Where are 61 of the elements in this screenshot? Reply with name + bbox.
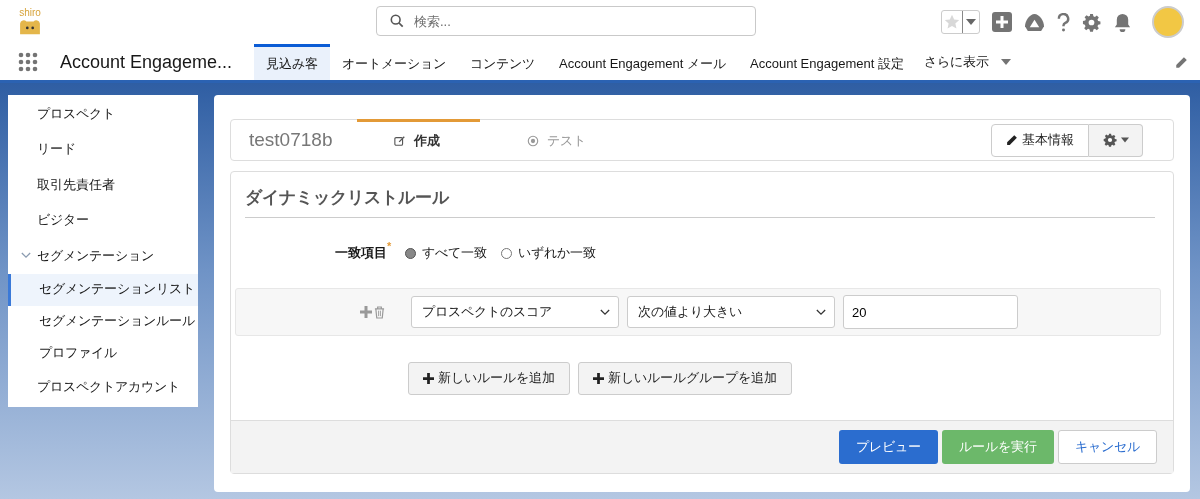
nav-tab[interactable]: Account Engagement メール (547, 44, 739, 80)
record-name: test0718b (248, 128, 334, 152)
caret-icon (966, 19, 976, 25)
sidebar-item[interactable]: 取引先責任者 (8, 167, 198, 203)
app-name: Account Engageme... (60, 50, 233, 74)
footer-button[interactable]: キャンセル (1058, 430, 1157, 464)
logo-text: shiro (19, 8, 41, 18)
star-icon (944, 14, 960, 30)
nav-tab[interactable]: 見込み客 (254, 44, 331, 80)
favorites-button[interactable] (941, 10, 980, 34)
radio-button[interactable] (405, 247, 417, 259)
trash-icon[interactable] (374, 305, 385, 319)
nav-tab[interactable]: Account Engagement 設定 (738, 44, 916, 80)
settings-icon[interactable] (1082, 12, 1101, 32)
gear-icon (1102, 133, 1117, 147)
sidebar-item[interactable]: ビジター (8, 202, 198, 238)
search-icon (390, 14, 404, 28)
plus-icon (423, 372, 434, 384)
pencil-icon (1006, 134, 1018, 146)
more-tab[interactable]: さらに表示 (915, 44, 1019, 80)
chevron-down-icon (816, 308, 826, 316)
match-label: 一致項目 (335, 244, 387, 262)
add-rule-button[interactable]: 新しいルールを追加 (408, 361, 570, 395)
radio-label[interactable]: いずれか一致 (518, 244, 597, 262)
search-field[interactable]: 検索... (376, 6, 756, 36)
step-label: 作成 (414, 132, 440, 150)
target-icon (527, 135, 539, 147)
edit-nav-icon[interactable] (1175, 55, 1188, 69)
radio-label[interactable]: すべて一致 (422, 244, 488, 262)
dropdown-field[interactable]: 次の値より大きい (627, 296, 835, 328)
plus-icon (593, 372, 604, 384)
caret-icon (1120, 137, 1129, 143)
sidebar-item[interactable]: プロファイル (8, 337, 198, 370)
edit-icon (394, 135, 406, 147)
sidebar-item-label: セグメンテーション (37, 246, 154, 265)
sidebar-item[interactable]: プロスペクトアカウント (8, 369, 198, 405)
nav-tab[interactable]: コンテンツ (458, 44, 548, 80)
app-launcher-icon[interactable] (18, 52, 38, 72)
footer-button[interactable]: プレビュー (839, 430, 938, 464)
help-icon[interactable] (1057, 12, 1070, 32)
bell-icon[interactable] (1113, 12, 1132, 32)
edit-info-button[interactable]: 基本情報 (991, 123, 1089, 157)
chevron-down-icon (600, 308, 610, 316)
step-tab[interactable]: 作成 (357, 119, 480, 160)
value-field[interactable]: 20 (843, 295, 1018, 329)
add-icon[interactable] (992, 12, 1012, 32)
add-rule-button[interactable]: 新しいルールグループを追加 (578, 361, 792, 395)
required-mark: * (387, 240, 392, 252)
mountain-icon[interactable] (1024, 12, 1045, 32)
caret-icon (1000, 59, 1011, 65)
sidebar-item[interactable]: セグメンテーションリスト (8, 273, 198, 306)
step-label: テスト (547, 132, 586, 150)
sidebar-item[interactable]: プロスペクト (8, 96, 198, 132)
sidebar-item[interactable]: セグメンテーションルール (8, 305, 198, 338)
sidebar-item[interactable]: セグメンテーション (8, 238, 198, 274)
settings-menu-button[interactable] (1089, 123, 1143, 157)
nav-tab[interactable]: オートメーション (330, 44, 459, 80)
section-title: ダイナミックリストルール (245, 172, 1155, 218)
sidebar-item[interactable]: リード (8, 131, 198, 167)
add-row-icon[interactable] (360, 305, 372, 318)
dropdown-field[interactable]: プロスペクトのスコア (411, 296, 619, 328)
